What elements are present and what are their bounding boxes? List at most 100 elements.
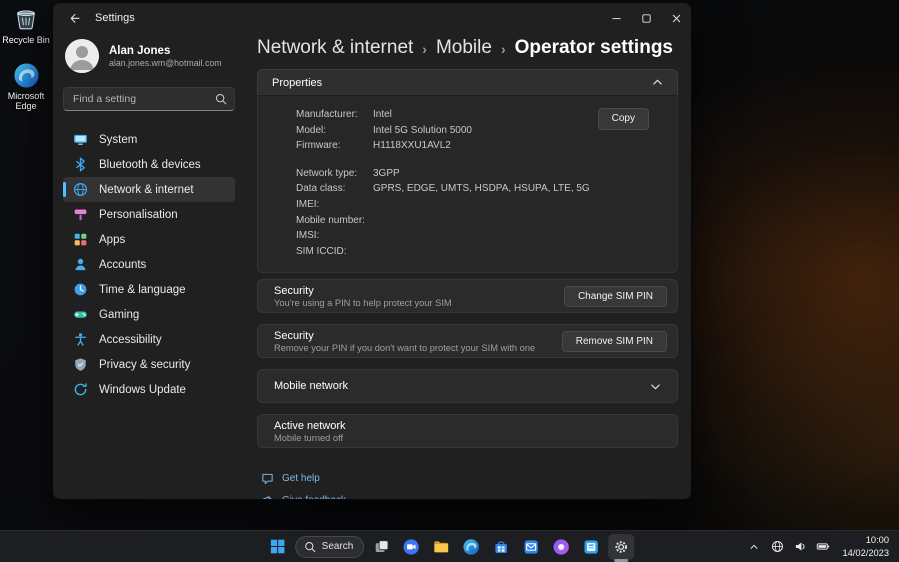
mail-icon [522, 538, 540, 556]
taskbar-search[interactable]: Search [295, 536, 365, 558]
sidebar-item-system[interactable]: System [63, 127, 235, 152]
hidden-icons-button[interactable] [746, 537, 762, 557]
avatar [65, 39, 99, 73]
page-title: Operator settings [515, 37, 673, 59]
breadcrumb-separator-icon: › [422, 41, 427, 57]
globe-icon [72, 182, 88, 198]
store-button[interactable] [488, 534, 514, 560]
selected-indicator [63, 182, 66, 197]
chat-button[interactable] [398, 534, 424, 560]
get-help-link[interactable]: Get help [261, 470, 678, 486]
copy-button[interactable]: Copy [598, 108, 649, 130]
sidebar-item-privacy-security[interactable]: Privacy & security [63, 352, 235, 377]
settings-content: Properties Copy Manufacturer: Intel Mode… [257, 69, 678, 499]
shield-icon [72, 357, 88, 373]
property-row: IMSI: [296, 228, 661, 244]
properties-expander: Properties Copy Manufacturer: Intel Mode… [257, 69, 678, 273]
feedback-megaphone-icon [261, 494, 274, 500]
card-title: Mobile network [274, 380, 348, 392]
desktop-icon-recycle-bin[interactable]: Recycle Bin [0, 5, 52, 45]
settings-taskbar-button[interactable] [608, 534, 634, 560]
battery-button[interactable] [815, 537, 831, 557]
sidebar-item-accessibility[interactable]: Accessibility [63, 327, 235, 352]
battery-icon [816, 540, 830, 553]
help-chat-icon [261, 472, 274, 485]
sidebar-item-time-language[interactable]: Time & language [63, 277, 235, 302]
sidebar-item-label: Accounts [99, 259, 146, 271]
chevron-up-icon [652, 77, 663, 88]
clock-date: 14/02/2023 [842, 547, 889, 559]
taskbar-app-purple-button[interactable] [548, 534, 574, 560]
back-button[interactable] [61, 7, 87, 29]
folder-icon [432, 538, 450, 556]
taskbar-search-label: Search [322, 541, 354, 552]
close-button[interactable] [661, 3, 691, 33]
desktop-icon-label: Recycle Bin [2, 35, 50, 45]
sidebar-item-accounts[interactable]: Accounts [63, 252, 235, 277]
task-view-button[interactable] [368, 534, 394, 560]
store-icon [492, 538, 510, 556]
chat-icon [402, 538, 420, 556]
gamepad-icon [72, 307, 88, 323]
titlebar: Settings [53, 3, 691, 33]
remove-sim-pin-button[interactable]: Remove SIM PIN [562, 331, 667, 353]
sidebar-item-label: Privacy & security [99, 359, 190, 371]
sidebar-item-label: System [99, 134, 137, 146]
minimize-icon [611, 13, 622, 24]
desktop-icon-microsoft-edge[interactable]: Microsoft Edge [0, 62, 52, 112]
accounts-icon [72, 257, 88, 273]
edge-icon [462, 538, 480, 556]
sidebar-item-label: Personalisation [99, 209, 178, 221]
sidebar-item-label: Apps [99, 234, 125, 246]
sidebar-item-label: Gaming [99, 309, 139, 321]
settings-window: Settings [52, 2, 692, 500]
give-feedback-link[interactable]: Give feedback [261, 492, 678, 500]
task-view-icon [373, 538, 390, 555]
maximize-button[interactable] [631, 3, 661, 33]
settings-main: Network & internet › Mobile › Operator s… [245, 33, 691, 499]
active-network-card: Active network Mobile turned off [257, 414, 678, 448]
settings-search-input[interactable] [64, 88, 234, 110]
card-title: Active network [274, 420, 346, 432]
sidebar-item-apps[interactable]: Apps [63, 227, 235, 252]
sidebar-item-network-internet[interactable]: Network & internet [63, 177, 235, 202]
system-tray: 10:00 14/02/2023 [746, 531, 893, 562]
sidebar-item-label: Bluetooth & devices [99, 159, 201, 171]
chevron-down-icon [650, 381, 667, 392]
search-icon [215, 93, 227, 105]
windows-logo-icon [269, 538, 286, 555]
minimize-button[interactable] [601, 3, 631, 33]
mail-button[interactable] [518, 534, 544, 560]
taskbar-clock[interactable]: 10:00 14/02/2023 [838, 534, 893, 558]
clock-time: 10:00 [842, 534, 889, 546]
edge-button[interactable] [458, 534, 484, 560]
bluetooth-icon [72, 157, 88, 173]
sidebar-nav: System Bluetooth & devices Network & int… [63, 127, 235, 402]
breadcrumb-mobile[interactable]: Mobile [436, 37, 492, 59]
user-profile[interactable]: Alan Jones alan.jones.wm@hotmail.com [63, 33, 235, 87]
sidebar-item-windows-update[interactable]: Windows Update [63, 377, 235, 402]
start-button[interactable] [265, 534, 291, 560]
personalisation-icon [72, 207, 88, 223]
sidebar-item-personalisation[interactable]: Personalisation [63, 202, 235, 227]
mobile-network-expander[interactable]: Mobile network [257, 369, 678, 403]
sidebar-item-bluetooth-devices[interactable]: Bluetooth & devices [63, 152, 235, 177]
settings-search[interactable] [63, 87, 235, 111]
gear-icon [612, 538, 630, 556]
sidebar-item-gaming[interactable]: Gaming [63, 302, 235, 327]
network-button[interactable] [769, 537, 785, 557]
security-remove-pin-card: Security Remove your PIN if you don't wa… [257, 324, 678, 358]
speaker-icon [794, 540, 807, 553]
property-row: SIM ICCID: [296, 244, 661, 260]
desktop-icon-label: Microsoft Edge [0, 91, 52, 112]
file-explorer-button[interactable] [428, 534, 454, 560]
clock-icon [72, 282, 88, 298]
card-subtitle: Mobile turned off [274, 433, 346, 443]
taskbar-app-blue-button[interactable] [578, 534, 604, 560]
user-email: alan.jones.wm@hotmail.com [109, 58, 222, 68]
properties-header[interactable]: Properties [257, 69, 678, 96]
volume-button[interactable] [792, 537, 808, 557]
property-row: Data class: GPRS, EDGE, UMTS, HSDPA, HSU… [296, 181, 661, 197]
breadcrumb-network-internet[interactable]: Network & internet [257, 37, 413, 59]
change-sim-pin-button[interactable]: Change SIM PIN [564, 286, 667, 308]
